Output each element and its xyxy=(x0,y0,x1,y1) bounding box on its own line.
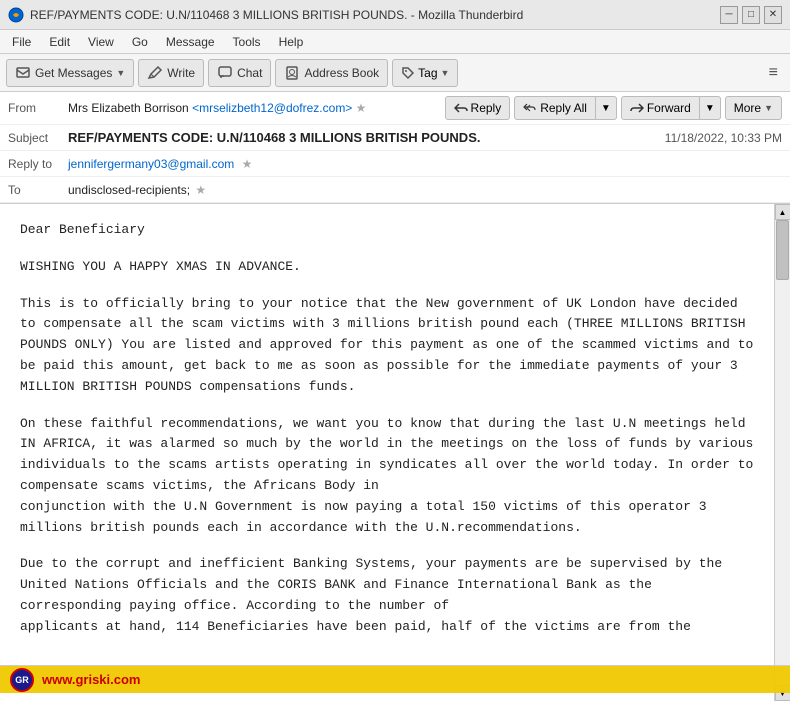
tag-icon xyxy=(401,66,415,80)
subject-label: Subject xyxy=(8,131,68,145)
email-body-wrapper: Dear Beneficiary WISHING YOU A HAPPY XMA… xyxy=(0,204,790,701)
thunderbird-icon xyxy=(8,7,24,23)
get-messages-button[interactable]: Get Messages ▼ xyxy=(6,59,134,87)
reply-to-email: jennifergermany03@gmail.com xyxy=(68,157,234,171)
menu-tools[interactable]: Tools xyxy=(225,33,269,51)
watermark-logo: GR xyxy=(10,668,34,692)
reply-button[interactable]: Reply xyxy=(445,96,511,120)
menu-go[interactable]: Go xyxy=(124,33,156,51)
reply-all-label: Reply All xyxy=(540,101,587,115)
tag-arrow[interactable]: ▼ xyxy=(441,68,450,78)
menu-view[interactable]: View xyxy=(80,33,122,51)
menu-file[interactable]: File xyxy=(4,33,39,51)
forward-dropdown[interactable]: ▼ xyxy=(700,97,720,119)
chat-label: Chat xyxy=(237,66,262,80)
subject-value: REF/PAYMENTS CODE: U.N/110468 3 MILLIONS… xyxy=(68,130,665,145)
body-paragraph-5: Due to the corrupt and inefficient Banki… xyxy=(20,554,754,637)
from-star-icon[interactable]: ★ xyxy=(356,101,367,115)
scrollbar-thumb[interactable] xyxy=(776,220,789,280)
maximize-button[interactable]: □ xyxy=(742,6,760,24)
reply-all-main[interactable]: Reply All xyxy=(515,97,596,119)
reply-icon xyxy=(454,101,468,115)
toolbar-menu-icon[interactable]: ≡ xyxy=(763,62,784,84)
title-bar: REF/PAYMENTS CODE: U.N/110468 3 MILLIONS… xyxy=(0,0,790,30)
email-date: 11/18/2022, 10:33 PM xyxy=(665,131,782,145)
write-label: Write xyxy=(167,66,195,80)
menu-edit[interactable]: Edit xyxy=(41,33,78,51)
more-button[interactable]: More ▼ xyxy=(725,96,782,120)
menu-bar: File Edit View Go Message Tools Help xyxy=(0,30,790,54)
chat-button[interactable]: Chat xyxy=(208,59,271,87)
to-value: undisclosed-recipients; ★ xyxy=(68,183,782,197)
more-arrow[interactable]: ▼ xyxy=(764,103,773,113)
from-value: Mrs Elizabeth Borrison <mrselizbeth12@do… xyxy=(68,101,437,115)
email-header: From Mrs Elizabeth Borrison <mrselizbeth… xyxy=(0,92,790,204)
toolbar: Get Messages ▼ Write Chat Address Book T… xyxy=(0,54,790,92)
scroll-up-button[interactable]: ▲ xyxy=(775,204,790,220)
address-book-label: Address Book xyxy=(304,66,379,80)
get-messages-arrow[interactable]: ▼ xyxy=(116,68,125,78)
body-paragraph-3: This is to officially bring to your noti… xyxy=(20,294,754,398)
scrollbar[interactable]: ▲ ▼ xyxy=(774,204,790,701)
address-book-icon xyxy=(284,65,300,81)
chat-icon xyxy=(217,65,233,81)
forward-icon xyxy=(630,101,644,115)
address-book-button[interactable]: Address Book xyxy=(275,59,388,87)
forward-main[interactable]: Forward xyxy=(622,97,700,119)
reply-all-icon xyxy=(523,101,537,115)
forward-button[interactable]: Forward ▼ xyxy=(621,96,721,120)
close-button[interactable]: ✕ xyxy=(764,6,782,24)
body-paragraph-1: Dear Beneficiary xyxy=(20,220,754,241)
window-controls: ─ □ ✕ xyxy=(720,6,782,24)
watermark-text: www.griski.com xyxy=(42,672,141,687)
from-name: Mrs Elizabeth Borrison xyxy=(68,101,189,115)
get-messages-label: Get Messages xyxy=(35,66,112,80)
from-row: From Mrs Elizabeth Borrison <mrselizbeth… xyxy=(0,92,790,125)
tag-button[interactable]: Tag ▼ xyxy=(392,59,458,87)
subject-row: Subject REF/PAYMENTS CODE: U.N/110468 3 … xyxy=(0,125,790,151)
menu-message[interactable]: Message xyxy=(158,33,223,51)
reply-label: Reply xyxy=(471,101,502,115)
get-messages-icon xyxy=(15,65,31,81)
email-body: Dear Beneficiary WISHING YOU A HAPPY XMA… xyxy=(0,204,774,701)
reply-all-button[interactable]: Reply All ▼ xyxy=(514,96,617,120)
body-paragraph-4: On these faithful recommendations, we wa… xyxy=(20,414,754,539)
forward-label: Forward xyxy=(647,101,691,115)
to-recipients: undisclosed-recipients; xyxy=(68,183,190,197)
write-button[interactable]: Write xyxy=(138,59,204,87)
from-label: From xyxy=(8,101,68,115)
watermark-logo-text: GR xyxy=(15,675,29,685)
reply-all-dropdown[interactable]: ▼ xyxy=(596,97,616,119)
write-icon xyxy=(147,65,163,81)
reply-to-row: Reply to jennifergermany03@gmail.com ★ xyxy=(0,151,790,177)
to-label: To xyxy=(8,183,68,197)
reply-to-label: Reply to xyxy=(8,157,68,171)
to-row: To undisclosed-recipients; ★ xyxy=(0,177,790,203)
window-title: REF/PAYMENTS CODE: U.N/110468 3 MILLIONS… xyxy=(30,8,523,22)
email-actions: Reply Reply All ▼ Forward xyxy=(445,96,782,120)
reply-to-star-icon[interactable]: ★ xyxy=(242,157,253,171)
minimize-button[interactable]: ─ xyxy=(720,6,738,24)
to-star-icon[interactable]: ★ xyxy=(195,183,206,197)
from-email: <mrselizbeth12@dofrez.com> xyxy=(192,101,352,115)
tag-label: Tag xyxy=(418,66,437,80)
watermark-bar: GR www.griski.com xyxy=(0,665,790,693)
reply-to-value: jennifergermany03@gmail.com ★ xyxy=(68,157,782,171)
menu-help[interactable]: Help xyxy=(271,33,312,51)
body-paragraph-2: WISHING YOU A HAPPY XMAS IN ADVANCE. xyxy=(20,257,754,278)
more-label: More xyxy=(734,101,761,115)
scrollbar-track[interactable] xyxy=(775,220,790,685)
